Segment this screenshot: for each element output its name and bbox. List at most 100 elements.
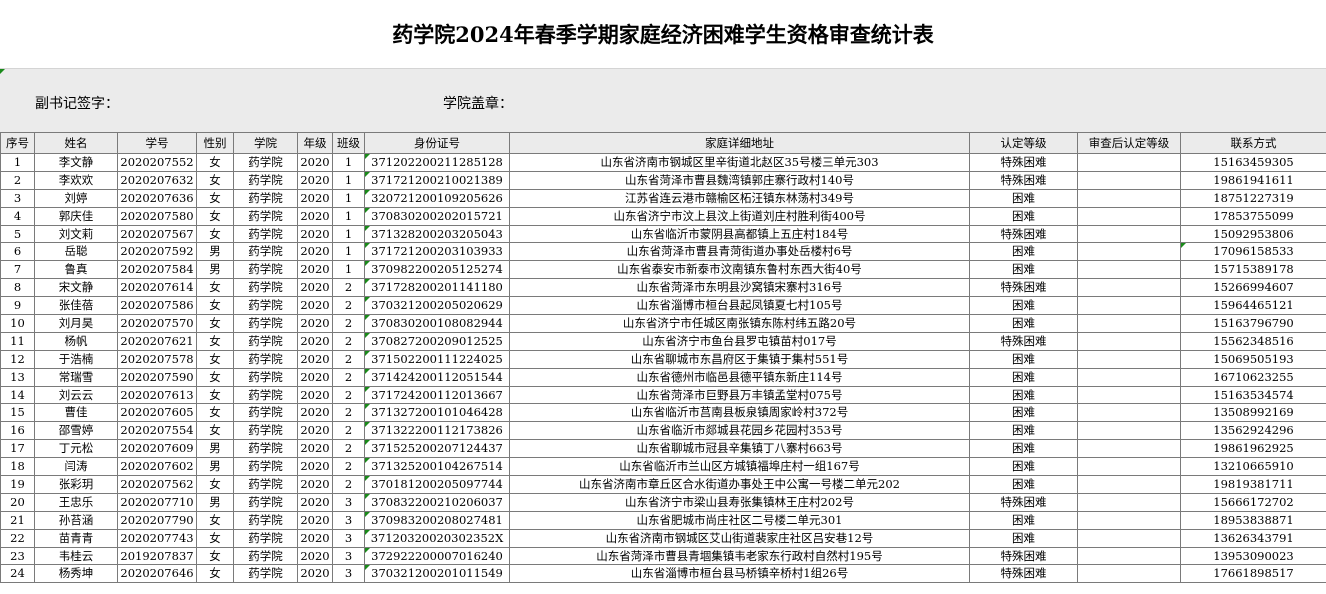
reviewed-aid-level-cell[interactable]: [1077, 564, 1181, 584]
aid-level-cell[interactable]: 困难: [969, 260, 1078, 280]
grade-cell[interactable]: 2020: [297, 492, 333, 512]
grade-cell[interactable]: 2020: [297, 331, 333, 351]
gender-cell[interactable]: 女: [196, 206, 234, 226]
college-cell[interactable]: 药学院: [233, 242, 298, 262]
student-name-cell[interactable]: 丁元松: [34, 439, 118, 459]
contact-phone-cell[interactable]: 15163534574: [1180, 385, 1326, 405]
grade-cell[interactable]: 2020: [297, 528, 333, 548]
column-header[interactable]: 年级: [297, 132, 333, 154]
aid-level-cell[interactable]: 特殊困难: [969, 153, 1078, 172]
gender-cell[interactable]: 女: [196, 475, 234, 494]
column-header[interactable]: 身份证号: [364, 132, 510, 154]
gender-cell[interactable]: 女: [196, 510, 234, 530]
aid-level-cell[interactable]: 困难: [969, 314, 1078, 333]
class-cell[interactable]: 2: [332, 385, 365, 405]
reviewed-aid-level-cell[interactable]: [1077, 260, 1181, 280]
grade-cell[interactable]: 2020: [297, 564, 333, 584]
student-id-cell[interactable]: 2020207605: [117, 403, 197, 423]
contact-phone-cell[interactable]: 18751227319: [1180, 188, 1326, 208]
college-cell[interactable]: 药学院: [233, 206, 298, 226]
student-name-cell[interactable]: 王忠乐: [34, 492, 118, 512]
id-number-cell[interactable]: 371728200201141180: [364, 278, 510, 298]
gender-cell[interactable]: 女: [196, 367, 234, 387]
class-cell[interactable]: 1: [332, 153, 365, 172]
grade-cell[interactable]: 2020: [297, 242, 333, 262]
college-cell[interactable]: 药学院: [233, 349, 298, 369]
student-id-cell[interactable]: 2020207621: [117, 331, 197, 351]
id-number-cell[interactable]: 370832200210206037: [364, 492, 510, 512]
gender-cell[interactable]: 女: [196, 314, 234, 333]
class-cell[interactable]: 2: [332, 403, 365, 423]
gender-cell[interactable]: 女: [196, 296, 234, 316]
column-header[interactable]: 认定等级: [969, 132, 1078, 154]
home-address-cell[interactable]: 山东省淄博市桓台县马桥镇辛桥村1组26号: [509, 564, 970, 584]
reviewed-aid-level-cell[interactable]: [1077, 421, 1181, 441]
contact-phone-cell[interactable]: 13562924296: [1180, 421, 1326, 441]
id-number-cell[interactable]: 370982200205125274: [364, 260, 510, 280]
home-address-cell[interactable]: 山东省泰安市新泰市汶南镇东鲁村东西大街40号: [509, 260, 970, 280]
college-cell[interactable]: 药学院: [233, 475, 298, 494]
student-id-cell[interactable]: 2020207580: [117, 206, 197, 226]
student-id-cell[interactable]: 2020207578: [117, 349, 197, 369]
home-address-cell[interactable]: 山东省济南市钢城区里辛街道北赵区35号楼三单元303: [509, 153, 970, 172]
id-number-cell[interactable]: 371424200112051544: [364, 367, 510, 387]
row-number-cell[interactable]: 21: [0, 510, 35, 530]
student-name-cell[interactable]: 刘月昊: [34, 314, 118, 333]
home-address-cell[interactable]: 山东省临沂市蒙阴县高都镇上五庄村184号: [509, 224, 970, 244]
id-number-cell[interactable]: 371322200112173826: [364, 421, 510, 441]
student-name-cell[interactable]: 李欢欢: [34, 170, 118, 190]
id-number-cell[interactable]: 371328200203205043: [364, 224, 510, 244]
grade-cell[interactable]: 2020: [297, 421, 333, 441]
aid-level-cell[interactable]: 困难: [969, 528, 1078, 548]
college-cell[interactable]: 药学院: [233, 331, 298, 351]
row-number-cell[interactable]: 1: [0, 153, 35, 172]
reviewed-aid-level-cell[interactable]: [1077, 492, 1181, 512]
id-number-cell[interactable]: 370830200202015721: [364, 206, 510, 226]
student-name-cell[interactable]: 常瑞雪: [34, 367, 118, 387]
student-name-cell[interactable]: 孙苔涵: [34, 510, 118, 530]
student-id-cell[interactable]: 2020207613: [117, 385, 197, 405]
reviewed-aid-level-cell[interactable]: [1077, 403, 1181, 423]
gender-cell[interactable]: 女: [196, 421, 234, 441]
gender-cell[interactable]: 男: [196, 492, 234, 512]
student-name-cell[interactable]: 曹佳: [34, 403, 118, 423]
id-number-cell[interactable]: 370983200208027481: [364, 510, 510, 530]
column-header[interactable]: 序号: [0, 132, 35, 154]
id-number-cell[interactable]: 371721200203103933: [364, 242, 510, 262]
id-number-cell[interactable]: 370181200205097744: [364, 475, 510, 494]
grade-cell[interactable]: 2020: [297, 278, 333, 298]
reviewed-aid-level-cell[interactable]: [1077, 278, 1181, 298]
grade-cell[interactable]: 2020: [297, 475, 333, 494]
aid-level-cell[interactable]: 特殊困难: [969, 492, 1078, 512]
id-number-cell[interactable]: 371325200104267514: [364, 457, 510, 477]
aid-level-cell[interactable]: 特殊困难: [969, 546, 1078, 566]
contact-phone-cell[interactable]: 16710623255: [1180, 367, 1326, 387]
reviewed-aid-level-cell[interactable]: [1077, 546, 1181, 566]
gender-cell[interactable]: 女: [196, 224, 234, 244]
contact-phone-cell[interactable]: 15666172702: [1180, 492, 1326, 512]
college-cell[interactable]: 药学院: [233, 153, 298, 172]
aid-level-cell[interactable]: 特殊困难: [969, 278, 1078, 298]
row-number-cell[interactable]: 9: [0, 296, 35, 316]
home-address-cell[interactable]: 山东省临沂市兰山区方城镇福埠庄村一组167号: [509, 457, 970, 477]
class-cell[interactable]: 1: [332, 206, 365, 226]
id-number-cell[interactable]: 371502200111224025: [364, 349, 510, 369]
class-cell[interactable]: 3: [332, 528, 365, 548]
id-number-cell[interactable]: 371721200210021389: [364, 170, 510, 190]
reviewed-aid-level-cell[interactable]: [1077, 224, 1181, 244]
student-id-cell[interactable]: 2020207710: [117, 492, 197, 512]
gender-cell[interactable]: 男: [196, 439, 234, 459]
student-id-cell[interactable]: 2020207570: [117, 314, 197, 333]
row-number-cell[interactable]: 15: [0, 403, 35, 423]
grade-cell[interactable]: 2020: [297, 403, 333, 423]
id-number-cell[interactable]: 370321200205020629: [364, 296, 510, 316]
student-name-cell[interactable]: 杨帆: [34, 331, 118, 351]
id-number-cell[interactable]: 370830200108082944: [364, 314, 510, 333]
reviewed-aid-level-cell[interactable]: [1077, 153, 1181, 172]
gender-cell[interactable]: 女: [196, 403, 234, 423]
aid-level-cell[interactable]: 困难: [969, 421, 1078, 441]
college-cell[interactable]: 药学院: [233, 260, 298, 280]
id-number-cell[interactable]: 371202200211285128: [364, 153, 510, 172]
student-name-cell[interactable]: 张彩玥: [34, 475, 118, 494]
gender-cell[interactable]: 女: [196, 188, 234, 208]
